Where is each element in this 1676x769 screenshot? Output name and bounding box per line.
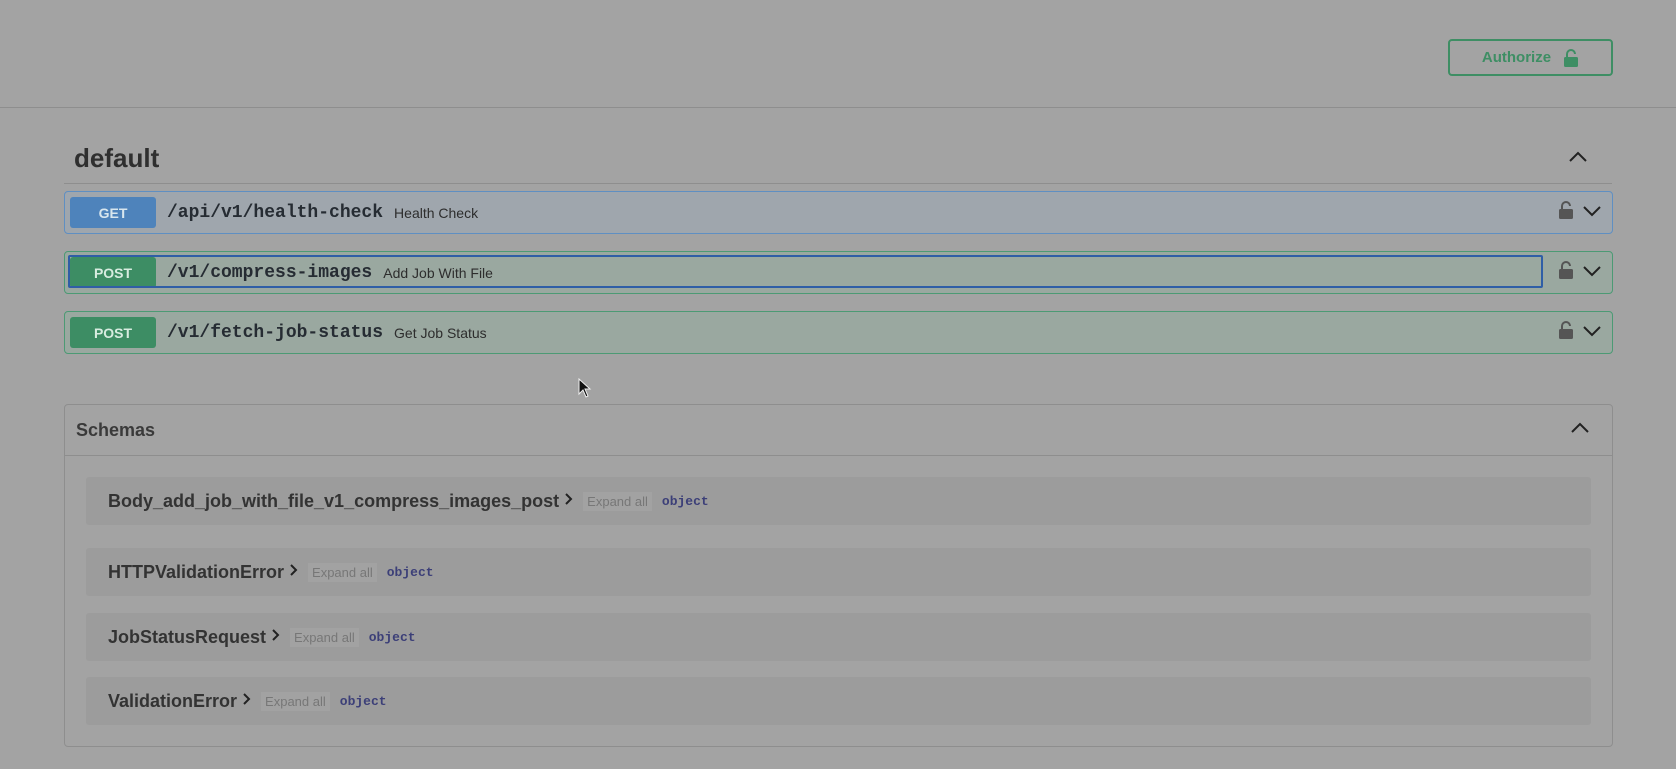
expand-all-button[interactable]: Expand all [583,491,652,511]
operation-path: /api/v1/health-check [167,202,384,223]
mouse-cursor-icon [578,377,592,403]
operation-health-check[interactable]: GET /api/v1/health-check Health Check [64,191,1613,234]
authorize-label: Authorize [1481,49,1552,66]
chevron-right-icon[interactable] [565,492,573,510]
schema-model[interactable]: JobStatusRequest Expand all object [86,613,1591,661]
schemas-title: Schemas [76,419,156,440]
schemas-section: Schemas Body_add_job_with_file_v1_compre… [64,404,1613,747]
chevron-up-icon[interactable] [1570,421,1590,439]
operation-path: /v1/compress-images [167,262,373,283]
schemas-header[interactable]: Schemas [65,405,1612,456]
method-badge-get: GET [70,197,156,228]
unlock-icon [1563,48,1579,68]
method-badge-post: POST [70,257,156,288]
operation-summary: Health Check [394,204,479,221]
operation-path: /v1/fetch-job-status [167,322,384,343]
tag-section-header[interactable]: default [64,134,1612,184]
lock-icon[interactable] [1558,260,1574,285]
schema-model[interactable]: ValidationError Expand all object [86,677,1591,725]
expand-all-button[interactable]: Expand all [308,562,377,582]
chevron-down-icon[interactable] [1582,204,1602,222]
model-type: object [339,693,387,709]
model-type: object [661,493,709,509]
operation-fetch-job-status[interactable]: POST /v1/fetch-job-status Get Job Status [64,311,1613,354]
chevron-down-icon[interactable] [1582,324,1602,342]
operation-summary: Get Job Status [394,324,487,341]
model-type: object [368,629,416,645]
schema-model[interactable]: Body_add_job_with_file_v1_compress_image… [86,477,1591,525]
chevron-down-icon[interactable] [1582,264,1602,282]
schema-model[interactable]: HTTPValidationError Expand all object [86,548,1591,596]
lock-icon[interactable] [1558,320,1574,345]
model-type: object [386,564,434,580]
model-name[interactable]: ValidationError [108,691,237,712]
operation-compress-images[interactable]: POST /v1/compress-images Add Job With Fi… [64,251,1613,294]
expand-all-button[interactable]: Expand all [290,627,359,647]
model-name[interactable]: JobStatusRequest [108,627,266,648]
model-name[interactable]: Body_add_job_with_file_v1_compress_image… [108,491,559,512]
chevron-up-icon[interactable] [1568,150,1588,168]
model-name[interactable]: HTTPValidationError [108,562,284,583]
lock-icon[interactable] [1558,200,1574,225]
tag-title: default [74,143,160,173]
method-badge-post: POST [70,317,156,348]
authorize-button[interactable]: Authorize [1448,39,1613,76]
chevron-right-icon[interactable] [272,628,280,646]
expand-all-button[interactable]: Expand all [261,691,330,711]
operation-summary: Add Job With File [383,264,493,281]
chevron-right-icon[interactable] [290,563,298,581]
top-bar: Authorize [0,0,1676,108]
chevron-right-icon[interactable] [243,692,251,710]
